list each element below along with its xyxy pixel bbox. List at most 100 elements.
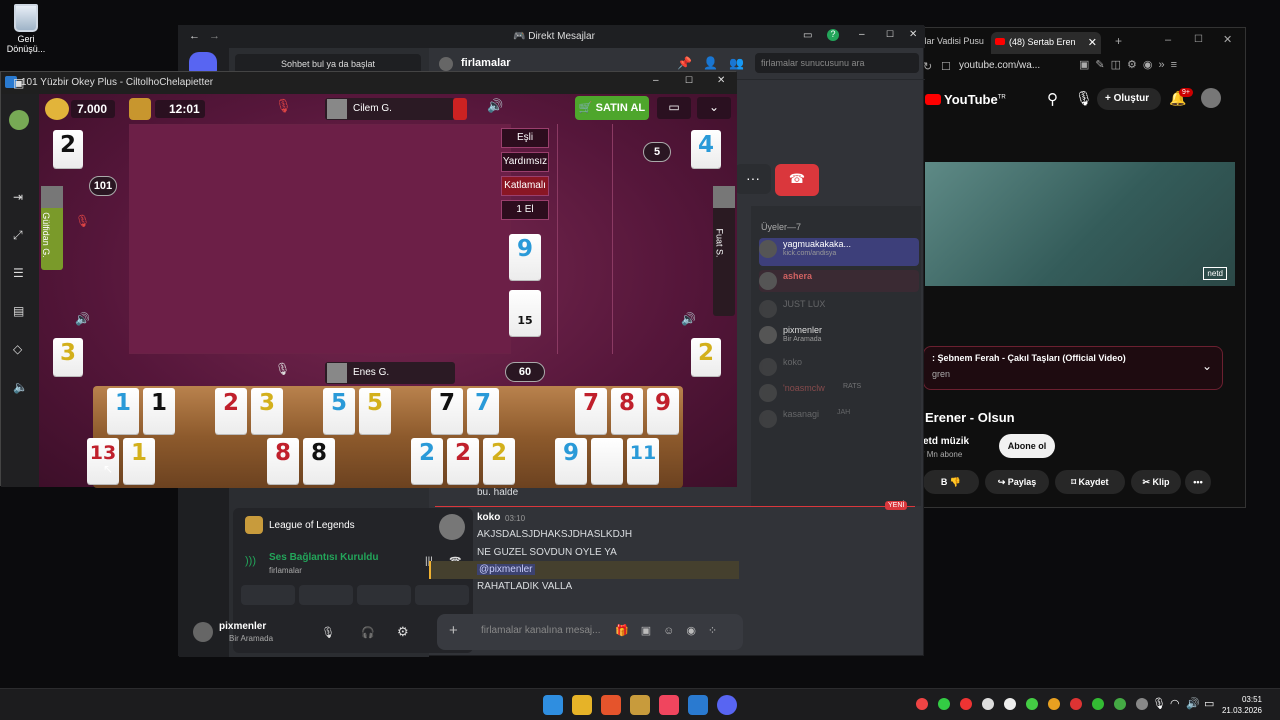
rack-tile[interactable]: 1 (123, 438, 155, 484)
player-left[interactable]: Gülfidan G. (41, 186, 63, 270)
speaker-icon[interactable]: 🔊 (681, 312, 696, 326)
mic-icon[interactable]: 🎙 (321, 626, 335, 639)
avatar[interactable] (9, 110, 29, 130)
tray-app-icon[interactable] (1004, 698, 1016, 710)
pin-icon[interactable]: 📌 (677, 56, 692, 70)
activities-button[interactable] (357, 585, 411, 605)
volume-icon[interactable]: 🔈 (13, 380, 28, 394)
member-item[interactable]: koko (759, 356, 919, 378)
youtube-logo[interactable]: YouTubeTR (925, 92, 1006, 107)
minimize-icon[interactable]: – (859, 29, 865, 40)
speaker-icon[interactable]: 🔊 (75, 312, 90, 326)
speaker-icon[interactable]: 🔊 (487, 98, 503, 114)
member-item[interactable]: ashera (759, 270, 919, 292)
member-item[interactable]: yagmuakakaka... kick.com/andisya (759, 238, 919, 266)
headphones-icon[interactable]: 🎧 (361, 626, 375, 639)
video-off-button[interactable] (241, 585, 295, 605)
rack-tile[interactable]: 2 (215, 388, 247, 434)
rack-tile[interactable]: 2 (483, 438, 515, 484)
minimize-icon[interactable]: – (1165, 34, 1171, 46)
share-button[interactable]: ↪ Paylaş (985, 470, 1049, 494)
rack-tile[interactable]: 7 (431, 388, 463, 434)
chat-bubble-icon[interactable]: ▭ (657, 97, 691, 119)
tray-app-icon[interactable] (1070, 698, 1082, 710)
tray-app-icon[interactable] (916, 698, 928, 710)
mic-icon[interactable]: 🎙 (1152, 697, 1166, 710)
member-item[interactable]: kasanagi JAH (759, 408, 919, 430)
screen-share-button[interactable] (299, 585, 353, 605)
close-icon[interactable]: ✕ (909, 29, 917, 40)
rack-tile[interactable]: 13 (87, 438, 119, 484)
buy-button[interactable]: 🛒 SATIN AL (575, 96, 649, 120)
search-icon[interactable]: ⚲ (1047, 90, 1058, 108)
tray-app-icon[interactable] (1136, 698, 1148, 710)
inbox-icon[interactable]: ▭ (803, 30, 812, 41)
forward-arrow-icon[interactable]: → (209, 30, 220, 42)
start-icon[interactable] (543, 695, 563, 715)
settings-icon[interactable]: ⚙ (397, 624, 409, 640)
speaker-icon[interactable]: 🔊 (1186, 697, 1200, 710)
wifi-icon[interactable]: ◠ (1170, 697, 1180, 710)
discard-tile-left[interactable]: 3 (53, 338, 83, 376)
tray-app-icon[interactable] (982, 698, 994, 710)
member-item[interactable]: 'noasmclw RATS (759, 382, 919, 404)
rack-tile[interactable] (591, 438, 623, 484)
rack-tile[interactable]: 5 (359, 388, 391, 434)
rack-tile[interactable]: 8 (303, 438, 335, 484)
mic-muted-icon[interactable]: 🎙 (275, 98, 292, 114)
maximize-icon[interactable]: ☐ (685, 75, 693, 86)
minimize-icon[interactable]: – (653, 75, 659, 86)
close-icon[interactable]: ✕ (717, 75, 725, 86)
rack-tile[interactable]: 9 (647, 388, 679, 434)
maximize-icon[interactable]: ☐ (886, 29, 894, 40)
clip-button[interactable]: ✂ Klip (1131, 470, 1181, 494)
tray-app-icon[interactable] (1092, 698, 1104, 710)
login-icon[interactable]: ⇥ (13, 190, 23, 204)
sidebar-toggle-icon[interactable]: ▣ (13, 76, 24, 90)
member-item[interactable]: JUST LUX (759, 298, 919, 320)
rack-tile[interactable]: 11 (627, 438, 659, 484)
bookmark-icon[interactable]: ☐ (941, 60, 951, 73)
subscribe-button[interactable]: Abone ol (999, 434, 1055, 458)
tray-app-icon[interactable] (1048, 698, 1060, 710)
voice-channel[interactable]: firlamalar (269, 566, 302, 575)
tray-app-icon[interactable] (1026, 698, 1038, 710)
chevron-down-icon[interactable]: ⌄ (697, 97, 731, 119)
tray-app-icon[interactable] (960, 698, 972, 710)
rack-tile[interactable]: 7 (575, 388, 607, 434)
discard-tile-top-left[interactable]: 2 (53, 130, 83, 168)
rack-tile[interactable]: 8 (611, 388, 643, 434)
brave-icon[interactable] (601, 695, 621, 715)
mention[interactable]: @pixmenler (477, 564, 535, 575)
message-composer[interactable]: + firlamalar kanalına mesaj... 🎁▣☺◉⁘ (437, 614, 743, 650)
composer-tools-icon[interactable]: 🎁▣☺◉⁘ (615, 624, 729, 637)
extensions-icon[interactable]: ▣✎◫⚙◉»≡ (1079, 58, 1183, 71)
sliders-icon[interactable]: ☰ (13, 266, 24, 280)
more-call-options-button[interactable]: ··· (735, 164, 771, 194)
tray-app-icon[interactable] (1114, 698, 1126, 710)
expand-icon[interactable]: ⤢ (13, 228, 23, 243)
more-actions-button[interactable]: ••• (1185, 470, 1211, 494)
help-icon[interactable]: ? (827, 29, 839, 41)
mic-muted-icon[interactable]: 🎙 (75, 214, 90, 228)
add-attachment-icon[interactable]: + (449, 622, 458, 639)
rack-tile[interactable]: 9 (555, 438, 587, 484)
player-bottom[interactable]: Enes G. (325, 362, 455, 384)
rack-tile[interactable]: 1 (107, 388, 139, 434)
avatar[interactable] (193, 622, 213, 642)
add-friend-icon[interactable]: 👤 (703, 56, 718, 70)
like-dislike-button[interactable]: B 👎 (923, 470, 979, 494)
tray-app-icon[interactable] (938, 698, 950, 710)
browser-tab-active[interactable]: (48) Sertab Eren ✕ (991, 32, 1101, 54)
battery-icon[interactable]: ▭ (1204, 697, 1214, 710)
close-tab-icon[interactable]: ✕ (1088, 36, 1097, 49)
hang-up-button[interactable]: ☎ (775, 164, 819, 196)
server-search-input[interactable]: firlamalar sunucusunu ara (755, 53, 919, 73)
message-author[interactable]: koko (477, 512, 500, 523)
file-explorer-icon[interactable] (572, 695, 592, 715)
new-tab-icon[interactable]: + (1115, 34, 1122, 48)
recycle-bin-icon[interactable]: Geri Dönüşü... (6, 4, 46, 54)
maximize-icon[interactable]: ☐ (1194, 34, 1203, 45)
okey-game-icon[interactable] (688, 695, 708, 715)
discard-tile-right[interactable]: 2 (691, 338, 721, 376)
